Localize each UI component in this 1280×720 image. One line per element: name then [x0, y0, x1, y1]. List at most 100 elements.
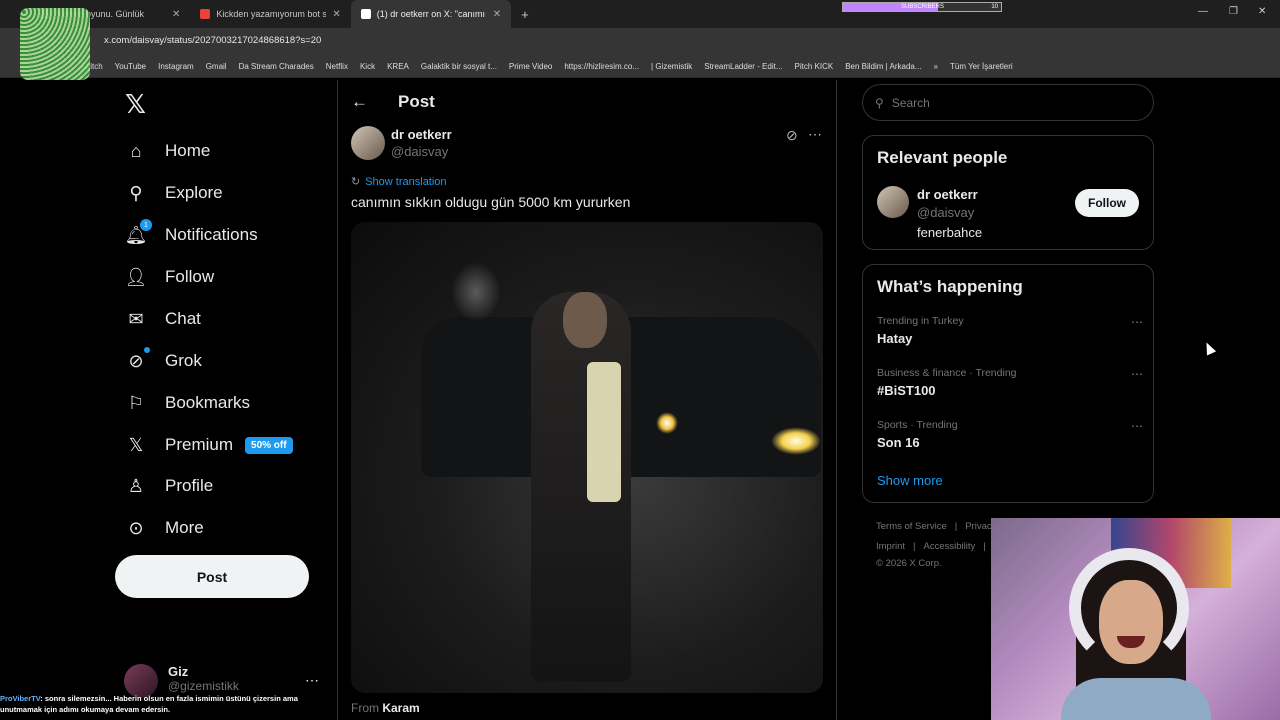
- webcam-overlay: [991, 518, 1280, 720]
- premium-discount-badge: 50% off: [245, 436, 293, 454]
- author-avatar[interactable]: [351, 126, 385, 160]
- trend-menu-icon[interactable]: ⋯: [1131, 315, 1143, 329]
- bell-icon: 🔔︎ 1: [125, 219, 152, 246]
- bookmark-gizemistik[interactable]: | Gizemistik: [651, 62, 692, 71]
- stream-overlay-widget: [20, 8, 90, 80]
- show-translation-link[interactable]: ↻ Show translation: [351, 175, 447, 189]
- person-name[interactable]: dr oetkerr: [917, 187, 978, 202]
- trend-item[interactable]: Trending in Turkey Hatay ⋯: [877, 315, 1143, 346]
- tab-close-icon[interactable]: ✕: [332, 9, 340, 20]
- relevant-people-card: Relevant people dr oetkerr @daisvay fene…: [862, 135, 1154, 250]
- video-light: [451, 262, 501, 322]
- avatar[interactable]: [877, 186, 909, 218]
- close-window-button[interactable]: ✕: [1258, 6, 1266, 17]
- trend-menu-icon[interactable]: ⋯: [1131, 367, 1143, 381]
- bookmark-prime[interactable]: Prime Video: [509, 62, 552, 71]
- nav-label: Home: [165, 141, 211, 160]
- author-name[interactable]: dr oetkerr: [391, 127, 452, 142]
- tos-link[interactable]: Terms of Service: [876, 521, 947, 532]
- trend-topic: Hatay: [877, 331, 913, 346]
- nav-explore[interactable]: ⚲ Explore: [125, 182, 222, 204]
- video-light: [656, 412, 678, 434]
- privacy-link[interactable]: Privac: [965, 521, 991, 532]
- person-handle[interactable]: @daisvay: [917, 205, 974, 220]
- x-logo-icon[interactable]: 𝕏: [125, 90, 146, 120]
- page-title: Post: [398, 92, 435, 111]
- trend-menu-icon[interactable]: ⋯: [1131, 419, 1143, 433]
- bookmark-galaktik[interactable]: Galaktik bir sosyal t...: [421, 62, 497, 71]
- trend-item[interactable]: Business & finance · Trending #BiST100 ⋯: [877, 367, 1143, 398]
- new-tab-button[interactable]: +: [511, 0, 539, 28]
- url-input[interactable]: x.com/daisvay/status/2027003217024868618…: [104, 35, 321, 46]
- account-menu-icon[interactable]: ⋯: [305, 672, 319, 689]
- x-icon: 𝕏: [128, 434, 144, 455]
- video-shirt-shape: [587, 362, 621, 502]
- back-arrow-icon[interactable]: ←: [351, 92, 368, 112]
- account-handle: @gizemistikk: [168, 679, 239, 693]
- bookmark-gmail[interactable]: Gmail: [206, 62, 227, 71]
- from-label: From: [351, 701, 379, 715]
- nav-label: Profile: [165, 476, 214, 495]
- browser-tab-bar: Kelime oyunu. Günlük ✕ Kickden yazamıyor…: [0, 0, 1280, 28]
- nav-follow[interactable]: 👤︎ Follow: [125, 266, 215, 288]
- tab-label: Kickden yazamıyorum bot sanıy: [216, 9, 327, 19]
- trend-item[interactable]: Sports · Trending Son 16 ⋯: [877, 419, 1143, 450]
- maximize-button[interactable]: ❐: [1229, 6, 1238, 17]
- nav-premium[interactable]: 𝕏 Premium 50% off: [125, 434, 293, 456]
- trend-context: Sports · Trending: [877, 419, 958, 431]
- post-menu-icon[interactable]: ⋯: [808, 126, 822, 143]
- follow-button[interactable]: Follow: [1075, 189, 1139, 217]
- tab-close-icon[interactable]: ✕: [493, 9, 501, 20]
- search-input[interactable]: ⚲ Search: [862, 84, 1154, 121]
- gmail-favicon: [200, 9, 211, 19]
- minimize-button[interactable]: —: [1198, 6, 1208, 17]
- address-bar: x.com/daisvay/status/2027003217024868618…: [0, 28, 1280, 56]
- bookmark-krea[interactable]: KREA: [387, 62, 409, 71]
- nav-bookmarks[interactable]: ⚐ Bookmarks: [125, 392, 250, 414]
- bookmark-ben-bildim[interactable]: Ben Bildim | Arkada...: [845, 62, 921, 71]
- nav-profile[interactable]: ♙ Profile: [125, 475, 213, 497]
- from-name[interactable]: Karam: [382, 701, 419, 715]
- person-bio: fenerbahce: [917, 225, 983, 240]
- account-name: Giz: [168, 664, 189, 679]
- nav-label: Notifications: [165, 225, 258, 244]
- bookmark-hizliresim[interactable]: https://hizliresim.co...: [564, 62, 639, 71]
- trend-context: Trending in Turkey: [877, 315, 964, 327]
- footer-links: Terms of Service | Privac: [876, 521, 992, 532]
- nav-notifications[interactable]: 🔔︎ 1 Notifications: [125, 219, 258, 246]
- tab-kick[interactable]: Kickden yazamıyorum bot sanıy ✕: [190, 0, 350, 28]
- subscriber-goal-bar: SUBSCRIBERS 10: [842, 2, 1002, 12]
- bookmark-streamladder[interactable]: StreamLadder - Edit...: [704, 62, 782, 71]
- bookmark-netflix[interactable]: Netflix: [326, 62, 348, 71]
- show-translation-label: Show translation: [365, 175, 447, 188]
- nav-label: More: [165, 518, 204, 537]
- post-video[interactable]: [351, 222, 823, 693]
- trend-topic: #BiST100: [877, 383, 936, 398]
- grok-explain-icon[interactable]: ⊘: [786, 127, 798, 144]
- nav-grok[interactable]: ⊘ Grok: [125, 347, 202, 372]
- tab-label: (1) dr oetkerr on X: "canımı: [376, 9, 486, 19]
- author-handle[interactable]: @daisvay: [391, 144, 448, 159]
- video-light: [771, 427, 821, 455]
- bookmark-charades[interactable]: Da Stream Charades: [239, 62, 314, 71]
- bookmark-pitch-kick[interactable]: Pitch KICK: [795, 62, 834, 71]
- post-button[interactable]: Post: [115, 555, 309, 598]
- bookmark-instagram[interactable]: Instagram: [158, 62, 194, 71]
- tab-close-icon[interactable]: ✕: [172, 9, 180, 20]
- nav-chat[interactable]: ✉ Chat: [125, 308, 200, 330]
- accessibility-link[interactable]: Accessibility: [924, 541, 976, 552]
- mouse-cursor-icon: [1201, 340, 1217, 356]
- bookmark-kick[interactable]: Kick: [360, 62, 375, 71]
- nav-more[interactable]: ⊙ More: [125, 517, 204, 539]
- tab-x-post[interactable]: (1) dr oetkerr on X: "canımı ✕: [350, 0, 512, 28]
- show-more-link[interactable]: Show more: [877, 473, 943, 488]
- bookmarks-bar: Twitch YouTube Instagram Gmail Da Stream…: [0, 56, 1280, 78]
- bookmarks-overflow-icon[interactable]: »: [934, 62, 938, 71]
- post-text: canımın sıkkın oldugu gün 5000 km yururk…: [351, 194, 631, 210]
- all-bookmarks-folder[interactable]: Tüm Yer İşaretleri: [950, 62, 1013, 71]
- trend-topic: Son 16: [877, 435, 920, 450]
- imprint-link[interactable]: Imprint: [876, 541, 905, 552]
- bookmark-youtube[interactable]: YouTube: [115, 62, 146, 71]
- person-icon: ♙: [127, 475, 145, 496]
- nav-home[interactable]: ⌂ Home: [125, 140, 211, 162]
